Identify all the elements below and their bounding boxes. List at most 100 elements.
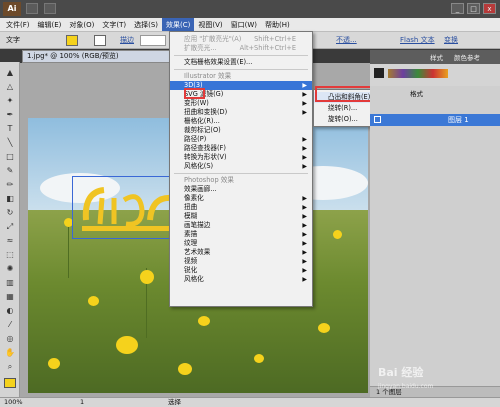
effect-menu-item[interactable]: 效果画廊... [170,185,312,194]
submenu-arrow-icon: ▶ [302,240,307,247]
mesh-tool-icon[interactable]: ▦ [4,292,16,302]
page-number[interactable]: 1 [80,398,84,407]
effect-menu-item[interactable]: 纹理 ▶ [170,239,312,248]
minimize-button[interactable]: _ [451,3,464,14]
menu-item-label: Illustrator 效果 [184,72,232,80]
effect-menu-item[interactable]: 变形(W) ▶ [170,99,312,108]
fill-color-icon[interactable] [4,378,16,388]
menu-item[interactable]: 对象(O) [65,18,98,31]
menu-item[interactable]: 帮助(H) [261,18,294,31]
fill-swatch[interactable] [66,35,78,46]
effect-menu-item[interactable]: 路径查找器(F) ▶ [170,144,312,153]
effect-menu-item[interactable]: 风格化(S) ▶ [170,162,312,171]
control-label: 文字 [6,36,20,44]
pencil-tool-icon[interactable]: ✏ [4,180,16,190]
arrange-documents-button[interactable] [44,3,56,14]
menu-item-label: 文档栅格效果设置(E)... [184,58,253,66]
effect-menu-item[interactable]: 扭曲 ▶ [170,203,312,212]
free-transform-icon[interactable]: ⬚ [4,250,16,260]
menu-item-label: 栅格化(R)... [184,117,220,125]
layer-name[interactable]: 图层 1 [448,114,469,126]
flower [178,363,192,375]
zoom-tool-icon[interactable]: ⌕ [4,362,16,372]
magic-wand-icon[interactable]: ✦ [4,96,16,106]
status-mode[interactable]: 选择 [168,398,181,407]
effect-menu-item[interactable]: 文档栅格效果设置(E)... [170,58,312,67]
submenu-arrow-icon: ▶ [302,276,307,283]
bridge-button[interactable] [26,3,38,14]
effect-menu-item[interactable]: 风格化 ▶ [170,275,312,284]
menu-section-header: Photoshop 效果 [170,176,312,185]
color-guide-strip[interactable] [388,69,448,78]
line-tool-icon[interactable]: ╲ [4,138,16,148]
document-tab[interactable]: 1.jpg* @ 100% (RGB/预览) [22,50,177,63]
effect-menu-item[interactable]: 扭曲和变换(D) ▶ [170,108,312,117]
menu-item-label: 扭曲 [184,203,198,211]
graph-tool-icon[interactable]: ▥ [4,278,16,288]
type-tool-icon[interactable]: T [4,124,16,134]
effect-menu-item[interactable]: 裁剪标记(O) [170,126,312,135]
zoom-level[interactable]: 100% [4,398,23,407]
flower [318,323,330,333]
flower [198,316,210,326]
effect-menu-item[interactable]: 像素化 ▶ [170,194,312,203]
effect-menu-item[interactable]: 路径(P) ▶ [170,135,312,144]
effect-menu-item[interactable]: 素描 ▶ [170,230,312,239]
pen-tool-icon[interactable]: ✒ [4,110,16,120]
layers-tab-label[interactable]: 格式 [410,88,423,98]
menu-item-label: 裁剪标记(O) [184,126,221,134]
menu-item[interactable]: 视图(V) [194,18,226,31]
flower [116,336,138,354]
warp-tool-icon[interactable]: ≈ [4,236,16,246]
gradient-tool-icon[interactable]: ◐ [4,306,16,316]
menu-item[interactable]: 窗口(W) [227,18,261,31]
stroke-weight-field[interactable] [140,35,166,46]
menu-item[interactable]: 效果(C) [162,18,195,31]
effect-menu-item[interactable]: 转换为形状(V) ▶ [170,153,312,162]
transform-label[interactable]: 变换 [444,34,458,47]
eraser-tool-icon[interactable]: ◧ [4,194,16,204]
effect-menu-item[interactable]: 艺术效果 ▶ [170,248,312,257]
stroke-swatch[interactable] [94,35,106,46]
panel-tabs: 样式 颜色参考 [370,50,500,64]
menu-item-label: 像素化 [184,194,204,202]
effect-menu-item[interactable]: 画笔描边 ▶ [170,221,312,230]
tab-color-guide[interactable]: 颜色参考 [454,52,480,62]
symbol-sprayer-icon[interactable]: ✺ [4,264,16,274]
effect-menu-item[interactable]: 栅格化(R)... [170,117,312,126]
eye-icon[interactable] [374,116,381,123]
effect-menu-item[interactable]: 模糊 ▶ [170,212,312,221]
layer-row[interactable]: 图层 1 [370,114,500,126]
menu-item[interactable]: 文件(F) [2,18,34,31]
menu-item-label: 锐化 [184,266,198,274]
menu-item[interactable]: 选择(S) [130,18,162,31]
eyedropper-icon[interactable]: ⁄ [4,320,16,330]
watermark-text: Bai 经验 [378,366,424,379]
direct-selection-icon[interactable]: △ [4,82,16,92]
scale-tool-icon[interactable]: ⤢ [4,222,16,232]
menu-item-label: 视频 [184,257,198,265]
menu-section-header: Illustrator 效果 [170,72,312,81]
blend-tool-icon[interactable]: ◎ [4,334,16,344]
menu-item[interactable]: 编辑(E) [34,18,66,31]
rectangle-tool-icon[interactable]: □ [4,152,16,162]
selection-tool-icon[interactable]: ▲ [4,68,16,78]
tools-panel: ▲ △ ✦ ✒ T ╲ □ ✎ ✏ ◧ ↻ ⤢ ≈ ⬚ ✺ ▥ ▦ ◐ ⁄ ◎ … [0,62,20,398]
flower-stem [68,218,69,278]
opacity-label[interactable]: 不透... [336,34,357,47]
tab-styles[interactable]: 样式 [430,52,443,62]
effect-menu-item[interactable]: 视频 ▶ [170,257,312,266]
brush-tool-icon[interactable]: ✎ [4,166,16,176]
rotate-tool-icon[interactable]: ↻ [4,208,16,218]
maximize-button[interactable]: □ [467,3,480,14]
flash-text-label[interactable]: Flash 文本 [400,34,435,47]
hand-tool-icon[interactable]: ✋ [4,348,16,358]
effect-menu-item[interactable]: 锐化 ▶ [170,266,312,275]
submenu-arrow-icon: ▶ [302,82,307,89]
menu-item[interactable]: 文字(T) [98,18,130,31]
close-button[interactable]: x [483,3,496,14]
flower [48,358,60,369]
menu-item-label: 模糊 [184,212,198,220]
stroke-label[interactable]: 描边 [120,34,134,47]
color-swatch[interactable] [374,68,384,78]
